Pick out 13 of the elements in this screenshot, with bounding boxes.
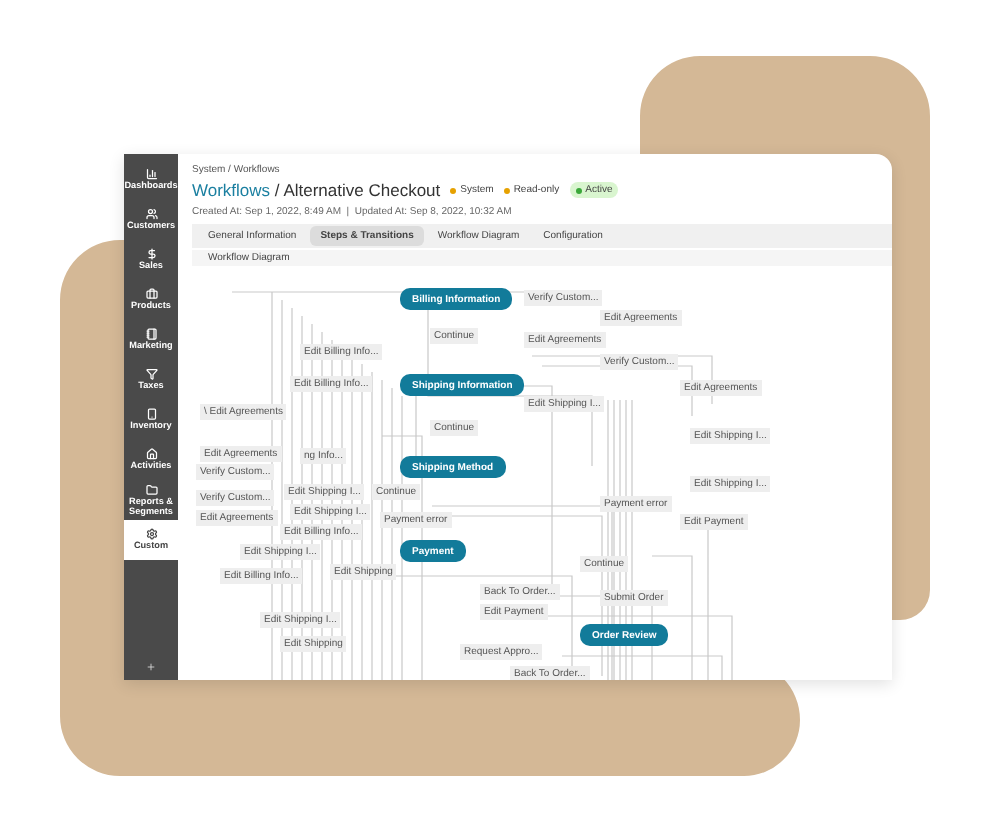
add-icon[interactable] xyxy=(146,662,156,672)
sidebar-icon xyxy=(145,483,157,496)
sidebar-icon xyxy=(145,288,157,301)
sidebar-icon xyxy=(145,528,157,541)
sidebar-icon xyxy=(145,168,157,181)
sidebar-icon xyxy=(145,368,157,381)
sidebar-icon xyxy=(145,208,157,221)
sidebar-icon xyxy=(145,328,157,341)
workflows-link[interactable]: Workflows xyxy=(192,180,271,200)
sidebar-icon xyxy=(145,408,157,421)
page-title: Workflows / Alternative Checkout xyxy=(192,180,441,200)
sidebar-icon xyxy=(145,248,157,261)
sidebar-icon xyxy=(145,448,157,461)
